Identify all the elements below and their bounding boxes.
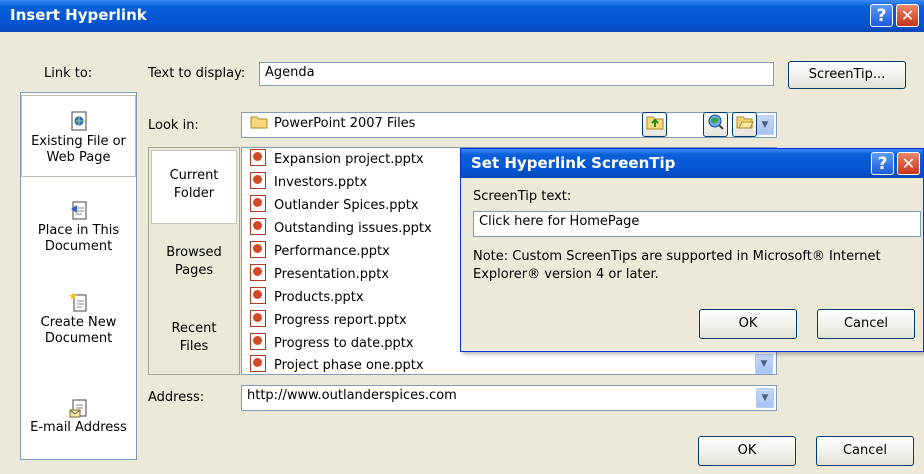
set-screentip-dialog: Set Hyperlink ScreenTip ? ✕ ScreenTip te… — [460, 148, 924, 352]
file-name: Outstanding issues.pptx — [274, 221, 432, 236]
look-in-label: Look in: — [148, 118, 199, 133]
list-item[interactable]: Project phase one.pptx — [250, 354, 424, 374]
open-folder-icon — [736, 116, 754, 129]
close-button[interactable]: ✕ — [896, 4, 919, 27]
list-item[interactable]: Outlander Spices.pptx — [250, 194, 419, 217]
nav-item-label: Recent — [171, 321, 217, 336]
folder-icon — [250, 116, 268, 129]
help-button[interactable]: ? — [870, 4, 893, 27]
place-in-document-icon — [70, 201, 86, 220]
address-value: http://www.outlanderspices.com — [247, 388, 457, 403]
dialog-title: Insert Hyperlink — [10, 6, 147, 24]
powerpoint-file-icon — [250, 172, 266, 189]
screentip-text-label: ScreenTip text: — [473, 189, 572, 204]
screentip-ok-button[interactable]: OK — [699, 309, 797, 339]
screentip-note-line1: Note: Custom ScreenTips are supported in… — [473, 249, 881, 264]
new-document-icon — [68, 292, 86, 312]
powerpoint-file-icon — [250, 195, 266, 212]
look-in-value: PowerPoint 2007 Files — [274, 116, 416, 131]
list-item[interactable]: Products.pptx — [250, 286, 364, 309]
screentip-cancel-button[interactable]: Cancel — [817, 309, 915, 339]
powerpoint-file-icon — [250, 333, 266, 350]
powerpoint-file-icon — [250, 287, 266, 304]
file-name: Performance.pptx — [274, 244, 390, 259]
email-icon — [69, 399, 86, 418]
nav-recent-files[interactable]: Recent Files — [151, 320, 237, 356]
address-label: Address: — [148, 390, 205, 405]
nav-current-folder[interactable]: Current Folder — [151, 150, 237, 224]
link-to-place-in-document[interactable]: Place in This Document — [21, 199, 136, 255]
powerpoint-file-icon — [250, 218, 266, 235]
file-name: Outlander Spices.pptx — [274, 198, 419, 213]
powerpoint-file-icon — [250, 264, 266, 281]
list-item[interactable]: Presentation.pptx — [250, 263, 389, 286]
list-item[interactable]: Investors.pptx — [250, 171, 367, 194]
file-name: Project phase one.pptx — [274, 358, 424, 373]
file-name: Presentation.pptx — [274, 267, 390, 282]
text-to-display-input[interactable]: Agenda — [259, 62, 774, 86]
browse-file-button[interactable] — [732, 112, 757, 137]
screentip-help-button[interactable]: ? — [871, 152, 894, 175]
file-name: Progress report.pptx — [274, 313, 407, 328]
list-item[interactable]: Progress report.pptx — [250, 309, 407, 332]
screentip-button[interactable]: ScreenTip... — [788, 61, 906, 89]
list-item[interactable]: Outstanding issues.pptx — [250, 217, 432, 240]
nav-browsed-pages[interactable]: Browsed Pages — [151, 244, 237, 280]
screentip-close-button[interactable]: ✕ — [897, 152, 920, 175]
look-in-dropdown[interactable]: PowerPoint 2007 Files ▼ — [241, 112, 777, 138]
nav-item-label: Pages — [174, 263, 214, 278]
powerpoint-file-icon — [250, 310, 266, 327]
file-name: Progress to date.pptx — [274, 336, 414, 351]
link-to-item-label: E-mail Address — [30, 420, 127, 435]
chevron-down-icon[interactable]: ▼ — [755, 354, 773, 374]
screentip-text-input[interactable]: Click here for HomePage — [473, 211, 921, 237]
powerpoint-file-icon — [250, 355, 266, 372]
text-to-display-label: Text to display: — [148, 66, 246, 81]
existing-file-icon — [71, 111, 86, 131]
powerpoint-file-icon — [250, 149, 266, 166]
nav-item-label: Browsed — [166, 245, 222, 260]
link-to-item-label: Create New — [40, 315, 117, 330]
link-to-item-label: Existing File or — [31, 134, 126, 149]
powerpoint-file-icon — [250, 241, 266, 258]
browse-web-icon — [708, 114, 724, 130]
chevron-down-icon[interactable]: ▼ — [756, 388, 774, 408]
ok-button[interactable]: OK — [698, 436, 796, 466]
link-to-item-label: Place in This — [37, 223, 120, 238]
file-name: Products.pptx — [274, 290, 364, 305]
link-to-item-label: Web Page — [46, 150, 111, 165]
title-bar: Insert Hyperlink ? ✕ — [0, 0, 924, 32]
nav-item-label: Files — [179, 339, 209, 354]
browse-nav-panel: Current Folder Browsed Pages Recent File… — [148, 147, 240, 375]
chevron-down-icon[interactable]: ▼ — [756, 115, 774, 135]
link-to-item-label: Document — [44, 239, 113, 254]
up-folder-button[interactable] — [642, 112, 667, 137]
cancel-button[interactable]: Cancel — [816, 436, 914, 466]
list-item[interactable]: Progress to date.pptx — [250, 332, 414, 355]
screentip-note-line2: Explorer® version 4 or later. — [473, 267, 659, 282]
link-to-create-new-document[interactable]: Create New Document — [21, 291, 136, 347]
screentip-dialog-title: Set Hyperlink ScreenTip — [471, 154, 676, 172]
link-to-label: Link to: — [44, 66, 93, 81]
list-item[interactable]: Expansion project.pptx — [250, 148, 424, 171]
link-to-existing-file[interactable]: Existing File or Web Page — [21, 95, 136, 177]
up-folder-icon — [646, 116, 663, 130]
file-name: Expansion project.pptx — [274, 152, 424, 167]
link-to-panel: Existing File or Web Page Place in This … — [20, 92, 137, 460]
browse-web-button[interactable] — [703, 112, 728, 137]
file-name: Investors.pptx — [274, 175, 368, 190]
list-item[interactable]: Performance.pptx — [250, 240, 390, 263]
nav-item-label: Folder — [173, 186, 215, 201]
link-to-item-label: Document — [44, 331, 113, 346]
address-input[interactable]: http://www.outlanderspices.com ▼ — [241, 385, 777, 411]
nav-item-label: Current — [169, 168, 219, 183]
screentip-title-bar: Set Hyperlink ScreenTip ? ✕ — [461, 149, 923, 178]
link-to-email-address[interactable]: E-mail Address — [21, 396, 136, 436]
